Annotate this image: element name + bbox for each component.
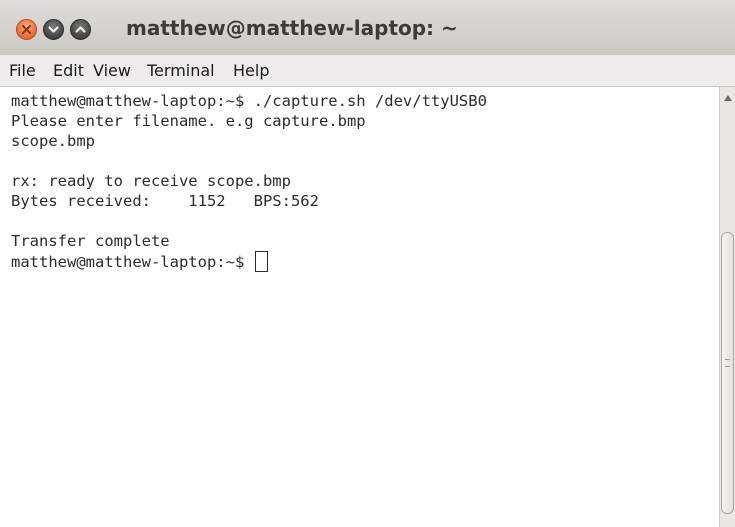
scroll-up-arrow-icon[interactable]: [722, 91, 734, 105]
close-button[interactable]: [16, 19, 37, 40]
maximize-button[interactable]: [70, 19, 91, 40]
terminal-line: Transfer complete: [11, 232, 170, 250]
terminal-line: Please enter filename. e.g capture.bmp: [11, 112, 366, 130]
menu-file[interactable]: File: [9, 55, 36, 86]
scrollbar-thumb[interactable]: [721, 232, 734, 514]
maximize-icon: [75, 26, 86, 33]
shell-prompt: matthew@matthew-laptop:~$: [11, 253, 254, 271]
grip-icon: [725, 359, 730, 367]
text-cursor: [254, 251, 268, 272]
terminal-line: matthew@matthew-laptop:~$ ./capture.sh /…: [11, 92, 487, 110]
close-icon: [22, 25, 31, 34]
menu-terminal[interactable]: Terminal: [147, 55, 215, 86]
title-bar[interactable]: matthew@matthew-laptop: ~: [0, 0, 735, 55]
terminal-line: Bytes received: 1152 BPS:562: [11, 192, 319, 210]
terminal-window: matthew@matthew-laptop: ~ File Edit View…: [0, 0, 735, 527]
menu-help[interactable]: Help: [233, 55, 269, 86]
terminal-line: scope.bmp: [11, 132, 95, 150]
terminal-output[interactable]: matthew@matthew-laptop:~$ ./capture.sh /…: [0, 87, 735, 527]
terminal-line: rx: ready to receive scope.bmp: [11, 172, 291, 190]
window-title: matthew@matthew-laptop: ~: [126, 16, 458, 40]
terminal-text: matthew@matthew-laptop:~$ ./capture.sh /…: [11, 91, 711, 272]
menu-view[interactable]: View: [93, 55, 131, 86]
vertical-scrollbar[interactable]: [719, 87, 735, 527]
minimize-button[interactable]: [43, 19, 64, 40]
menu-edit[interactable]: Edit: [53, 55, 84, 86]
prompt-line: matthew@matthew-laptop:~$: [11, 251, 711, 272]
minimize-icon: [48, 26, 59, 33]
menu-bar: File Edit View Terminal Help: [0, 55, 735, 87]
